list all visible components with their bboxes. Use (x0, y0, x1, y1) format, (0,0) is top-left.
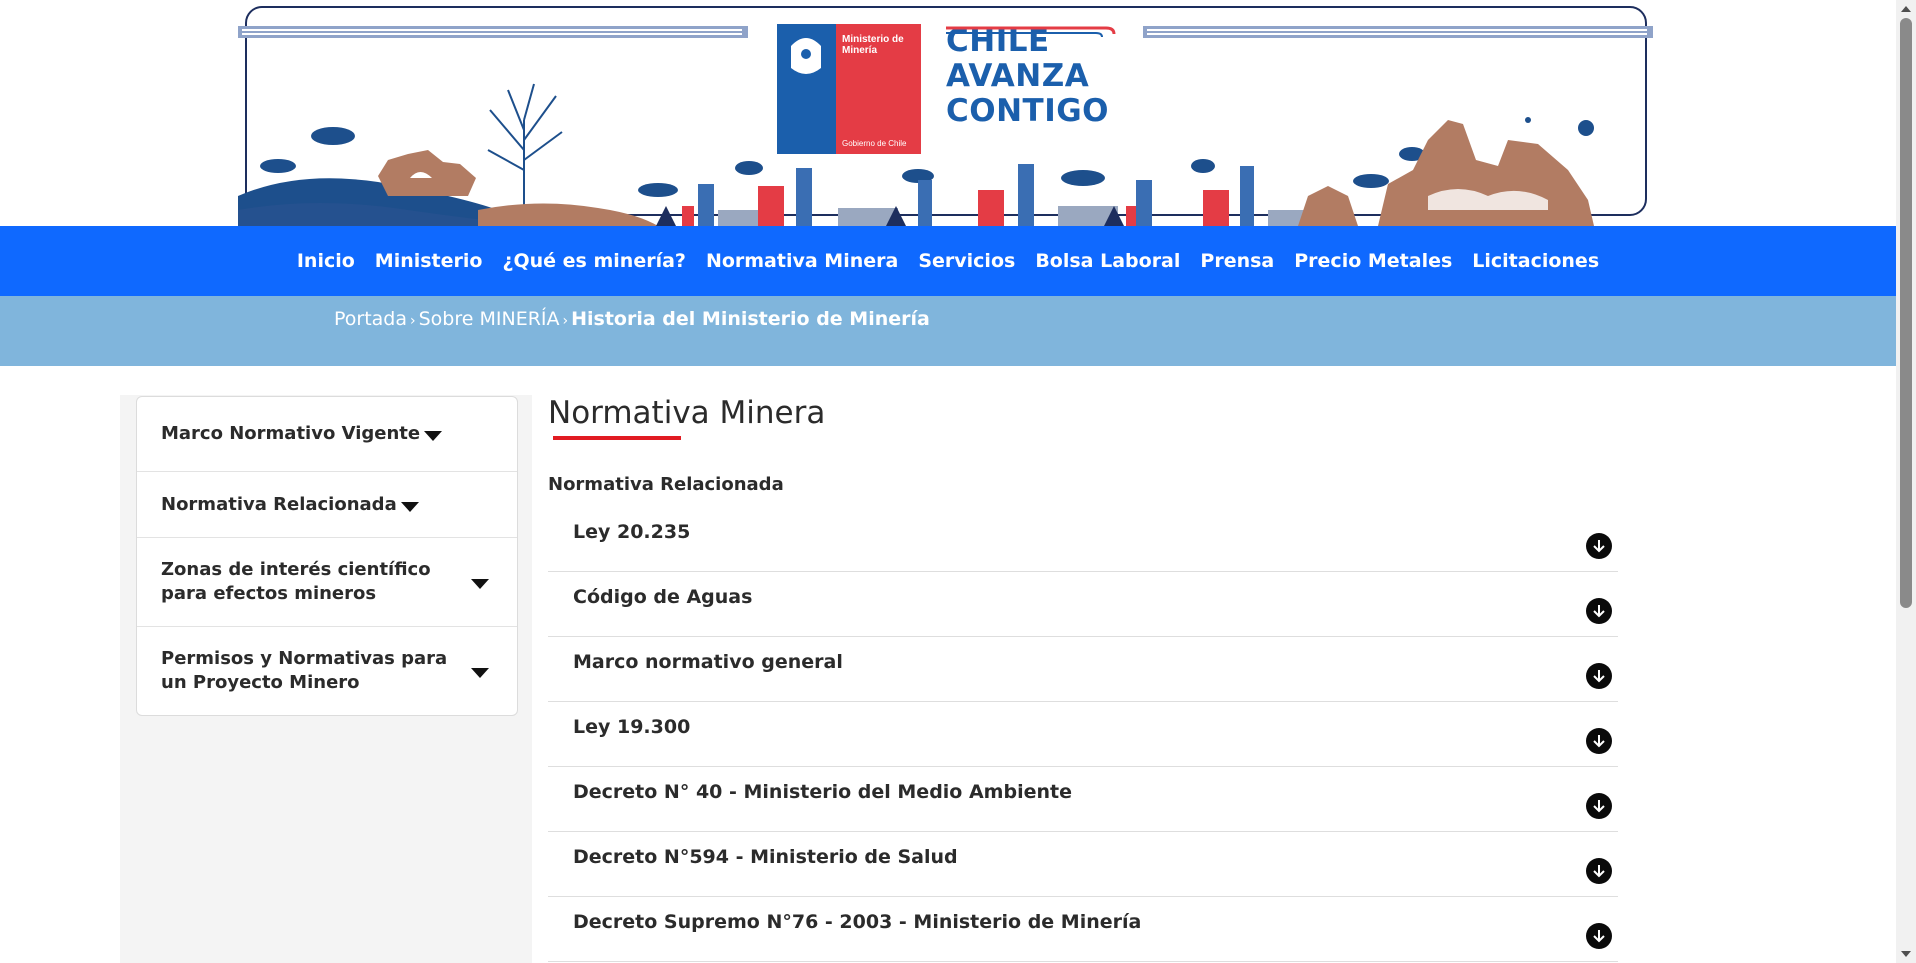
accordion-item[interactable]: Decreto N° 40 - Ministerio del Medio Amb… (548, 767, 1618, 832)
arrow-down-circle-icon[interactable] (1586, 598, 1612, 624)
nav-item-inicio[interactable]: Inicio (287, 250, 365, 272)
caret-down-icon (400, 501, 419, 512)
accordion-item-label: Decreto N°594 - Ministerio de Salud (573, 846, 958, 868)
scroll-up-icon[interactable] (1901, 6, 1911, 12)
nav-item-bolsa-laboral[interactable]: Bolsa Laboral (1025, 250, 1190, 272)
sidebar-item-permisos-normativas[interactable]: Permisos y Normativas para un Proyecto M… (137, 627, 517, 715)
logo-government-text: Gobierno de Chile (842, 139, 907, 148)
sidebar-item-marco-normativo[interactable]: Marco Normativo Vigente (137, 397, 517, 472)
scroll-down-icon[interactable] (1901, 951, 1911, 957)
nav-item-ministerio[interactable]: Ministerio (365, 250, 493, 272)
slogan: CHILE AVANZA CONTIGO (946, 24, 1116, 129)
section-subtitle: Normativa Relacionada (548, 474, 784, 495)
arrow-down-circle-icon[interactable] (1586, 533, 1612, 559)
accordion-list: Ley 20.235 Código de Aguas Marco normati… (548, 507, 1618, 962)
breadcrumb-bar: Portada › Sobre MINERÍA › Historia del Minis… (0, 296, 1896, 366)
caret-down-icon (424, 431, 443, 441)
main-content: Normativa Minera Normativa Relacionada L… (548, 392, 1618, 962)
accordion-item-label: Código de Aguas (573, 586, 753, 608)
arrow-down-circle-icon[interactable] (1586, 923, 1612, 949)
logo-red-panel: Ministerio de Minería Gobierno de Chile (836, 24, 921, 154)
accordion-item-label: Ley 20.235 (573, 521, 691, 543)
arrow-down-circle-icon[interactable] (1586, 793, 1612, 819)
nav-item-licitaciones[interactable]: Licitaciones (1462, 250, 1609, 272)
accordion-item-label: Decreto Supremo N°76 - 2003 - Ministerio… (573, 911, 1142, 933)
sidebar-item-normativa-relacionada[interactable]: Normativa Relacionada (137, 472, 517, 538)
logo-blue-panel (777, 24, 836, 154)
nav-item-normativa-minera[interactable]: Normativa Minera (696, 250, 908, 272)
slogan-stripes (946, 26, 1116, 38)
nav-item-precio-metales[interactable]: Precio Metales (1284, 250, 1462, 272)
breadcrumb-current: Historia del Ministerio de Minería (571, 308, 930, 330)
title-underline (553, 436, 681, 440)
arrow-down-circle-icon[interactable] (1586, 663, 1612, 689)
header-banner: Ministerio de Minería Gobierno de Chile … (238, 0, 1654, 226)
sidebar-item-zonas-interes[interactable]: Zonas de interés científico para efectos… (137, 538, 517, 627)
accordion-item[interactable]: Código de Aguas (548, 572, 1618, 637)
arrow-down-circle-icon[interactable] (1586, 858, 1612, 884)
main-nav: Inicio Ministerio ¿Qué es minería? Norma… (0, 226, 1896, 296)
nav-item-que-es-mineria[interactable]: ¿Qué es minería? (492, 250, 695, 272)
accordion-item[interactable]: Marco normativo general (548, 637, 1618, 702)
slogan-line-3: CONTIGO (946, 93, 1110, 129)
breadcrumb-portada[interactable]: Portada (334, 308, 407, 330)
accordion-item[interactable]: Ley 20.235 (548, 507, 1618, 572)
coat-of-arms-icon (791, 38, 821, 74)
breadcrumb-separator: › (562, 313, 569, 329)
sidebar-item-label: Normativa Relacionada (161, 493, 397, 515)
breadcrumb-separator: › (410, 313, 416, 329)
caret-down-icon (471, 668, 489, 678)
accordion-item-label: Decreto N° 40 - Ministerio del Medio Amb… (573, 781, 1072, 803)
accordion-item[interactable]: Ley 19.300 (548, 702, 1618, 767)
accordion-item-label: Ley 19.300 (573, 716, 691, 738)
breadcrumb: Portada › Sobre MINERÍA › Historia del Minis… (334, 308, 930, 330)
accordion-item[interactable]: Decreto N°594 - Ministerio de Salud (548, 832, 1618, 897)
sidebar-item-label: Zonas de interés científico para efectos… (161, 559, 431, 604)
ministry-logo[interactable]: Ministerio de Minería Gobierno de Chile (777, 24, 921, 154)
arrow-down-circle-icon[interactable] (1586, 728, 1612, 754)
accordion-item-label: Marco normativo general (573, 651, 843, 673)
slogan-line-2: AVANZA (946, 58, 1090, 94)
nav-item-servicios[interactable]: Servicios (908, 250, 1025, 272)
sidebar-item-label: Permisos y Normativas para un Proyecto M… (161, 648, 448, 693)
page-scrollbar[interactable] (1896, 0, 1916, 963)
sidebar-item-label: Marco Normativo Vigente (161, 423, 421, 444)
scrollbar-thumb[interactable] (1900, 18, 1912, 608)
nav-item-prensa[interactable]: Prensa (1190, 250, 1284, 272)
logo-ministry-text: Ministerio de Minería (842, 34, 904, 56)
caret-down-icon (471, 579, 489, 589)
accordion-item[interactable]: Decreto Supremo N°76 - 2003 - Ministerio… (548, 897, 1618, 962)
sidebar-menu: Marco Normativo Vigente Normativa Relaci… (136, 396, 518, 716)
breadcrumb-sobre-mineria[interactable]: Sobre MINERÍA (419, 308, 560, 330)
page-title: Normativa Minera (548, 395, 826, 431)
